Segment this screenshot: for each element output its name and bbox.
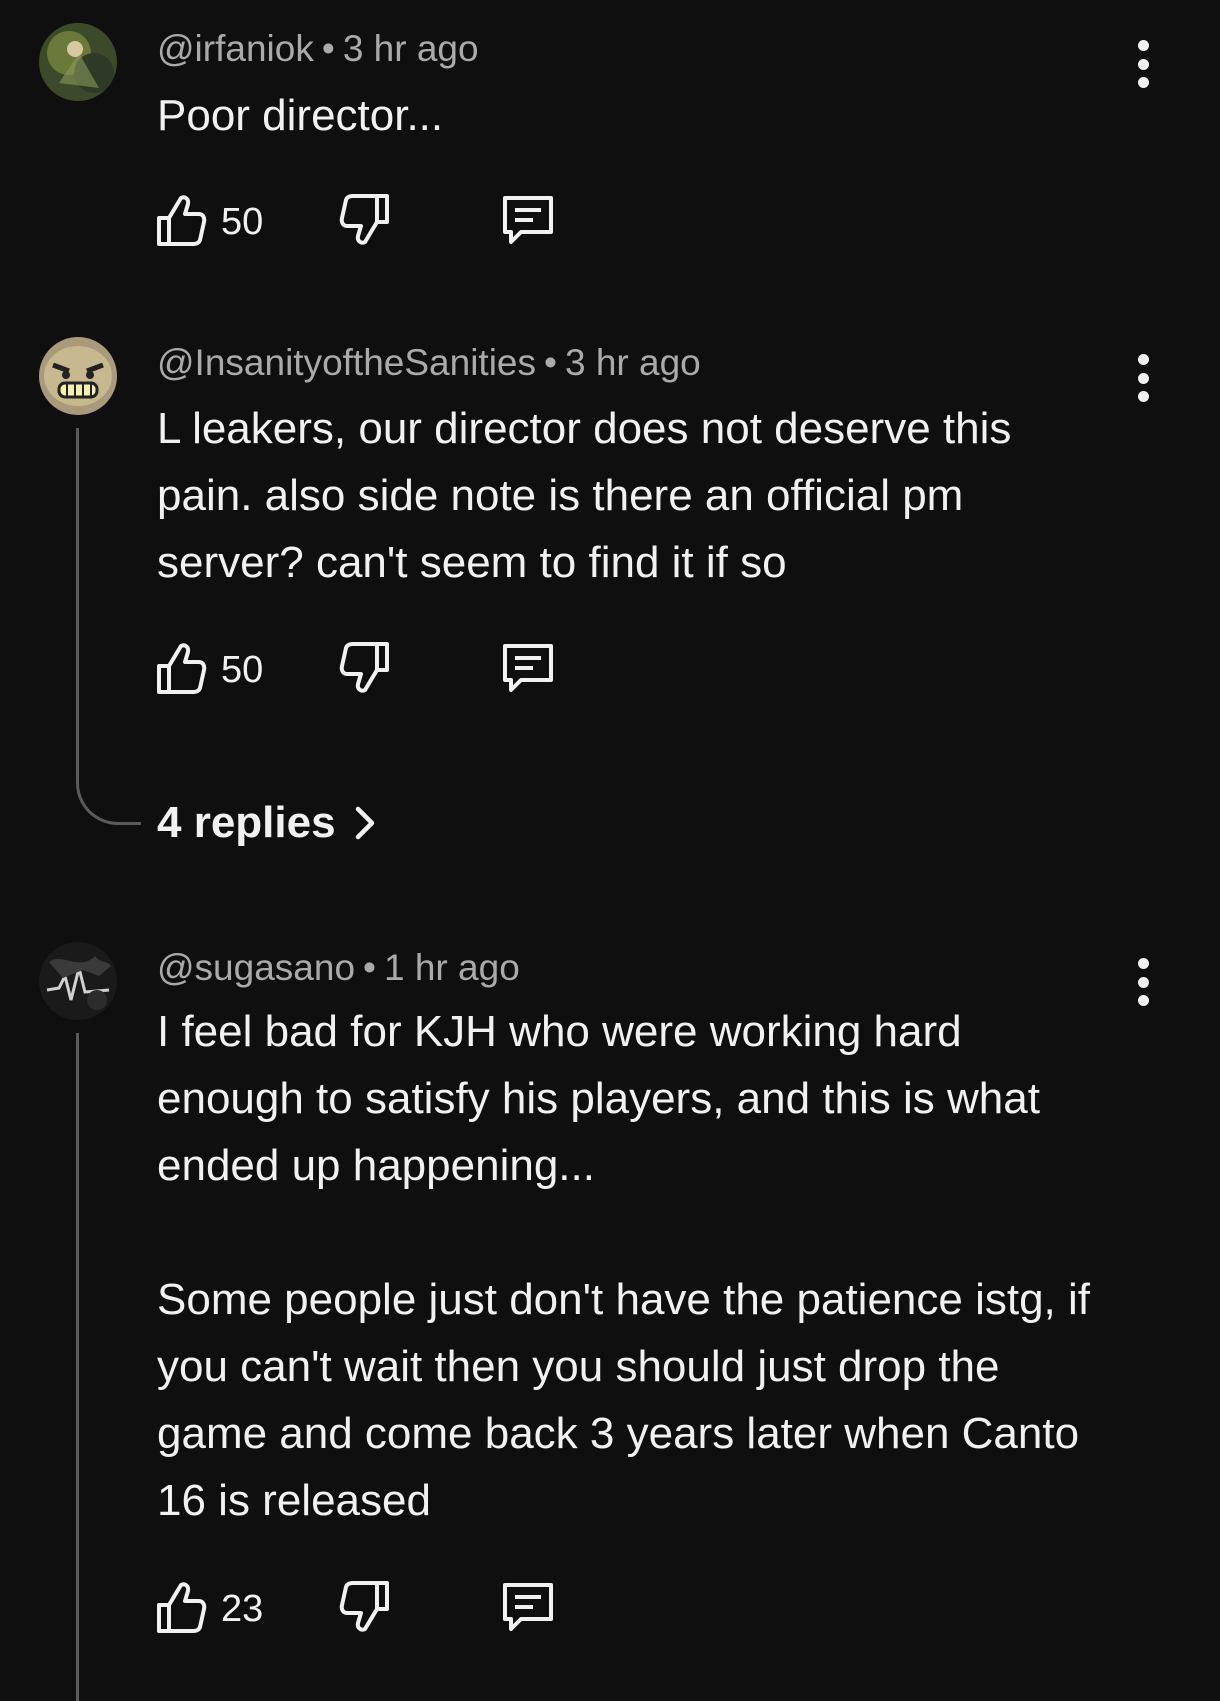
comment-author[interactable]: @sugasano bbox=[157, 947, 355, 988]
separator: • bbox=[363, 947, 376, 988]
view-replies-button[interactable]: 4 replies bbox=[157, 798, 378, 848]
avatar[interactable] bbox=[39, 942, 117, 1020]
comment-timestamp[interactable]: 3 hr ago bbox=[565, 342, 701, 383]
comment-text: L leakers, our director does not deserve… bbox=[157, 404, 1012, 587]
comment-timestamp[interactable]: 1 hr ago bbox=[384, 947, 520, 988]
thumbs-down-icon[interactable] bbox=[339, 640, 391, 696]
thread-line-curve bbox=[76, 780, 141, 825]
like-count: 50 bbox=[221, 201, 264, 243]
comment-actions: 50 bbox=[155, 192, 575, 252]
comment-icon[interactable] bbox=[499, 1581, 557, 1635]
comment-actions: 23 bbox=[155, 1579, 575, 1639]
thread-line bbox=[76, 1033, 79, 1701]
like-count: 50 bbox=[221, 649, 264, 691]
comment-author[interactable]: @irfaniok bbox=[157, 28, 314, 69]
comment-author[interactable]: @InsanityoftheSanities bbox=[157, 342, 536, 383]
more-vertical-icon[interactable] bbox=[1126, 354, 1160, 402]
comment-meta: @irfaniok • 3 hr ago bbox=[157, 28, 479, 70]
replies-label: 4 replies bbox=[157, 798, 336, 847]
avatar[interactable] bbox=[39, 337, 117, 415]
comment-icon[interactable] bbox=[499, 194, 557, 248]
separator: • bbox=[544, 342, 557, 383]
thumbs-up-icon[interactable] bbox=[155, 1579, 207, 1635]
thumbs-down-icon[interactable] bbox=[339, 1579, 391, 1635]
thumbs-down-icon[interactable] bbox=[339, 192, 391, 248]
more-vertical-icon[interactable] bbox=[1126, 958, 1160, 1006]
chevron-right-icon bbox=[355, 806, 374, 840]
comment-text: Poor director... bbox=[157, 91, 444, 140]
comment-icon[interactable] bbox=[499, 642, 557, 696]
avatar[interactable] bbox=[39, 23, 117, 101]
comment-timestamp[interactable]: 3 hr ago bbox=[343, 28, 479, 69]
comment-meta: @InsanityoftheSanities • 3 hr ago bbox=[157, 342, 701, 384]
comment-text: I feel bad for KJH who were working hard… bbox=[157, 1007, 1091, 1525]
separator: • bbox=[321, 28, 335, 69]
thumbs-up-icon[interactable] bbox=[155, 640, 207, 696]
comment-actions: 50 bbox=[155, 640, 575, 700]
thread-line bbox=[76, 428, 79, 780]
thumbs-up-icon[interactable] bbox=[155, 192, 207, 248]
comment-meta: @sugasano • 1 hr ago bbox=[157, 947, 520, 989]
more-vertical-icon[interactable] bbox=[1126, 40, 1160, 88]
like-count: 23 bbox=[221, 1588, 264, 1630]
